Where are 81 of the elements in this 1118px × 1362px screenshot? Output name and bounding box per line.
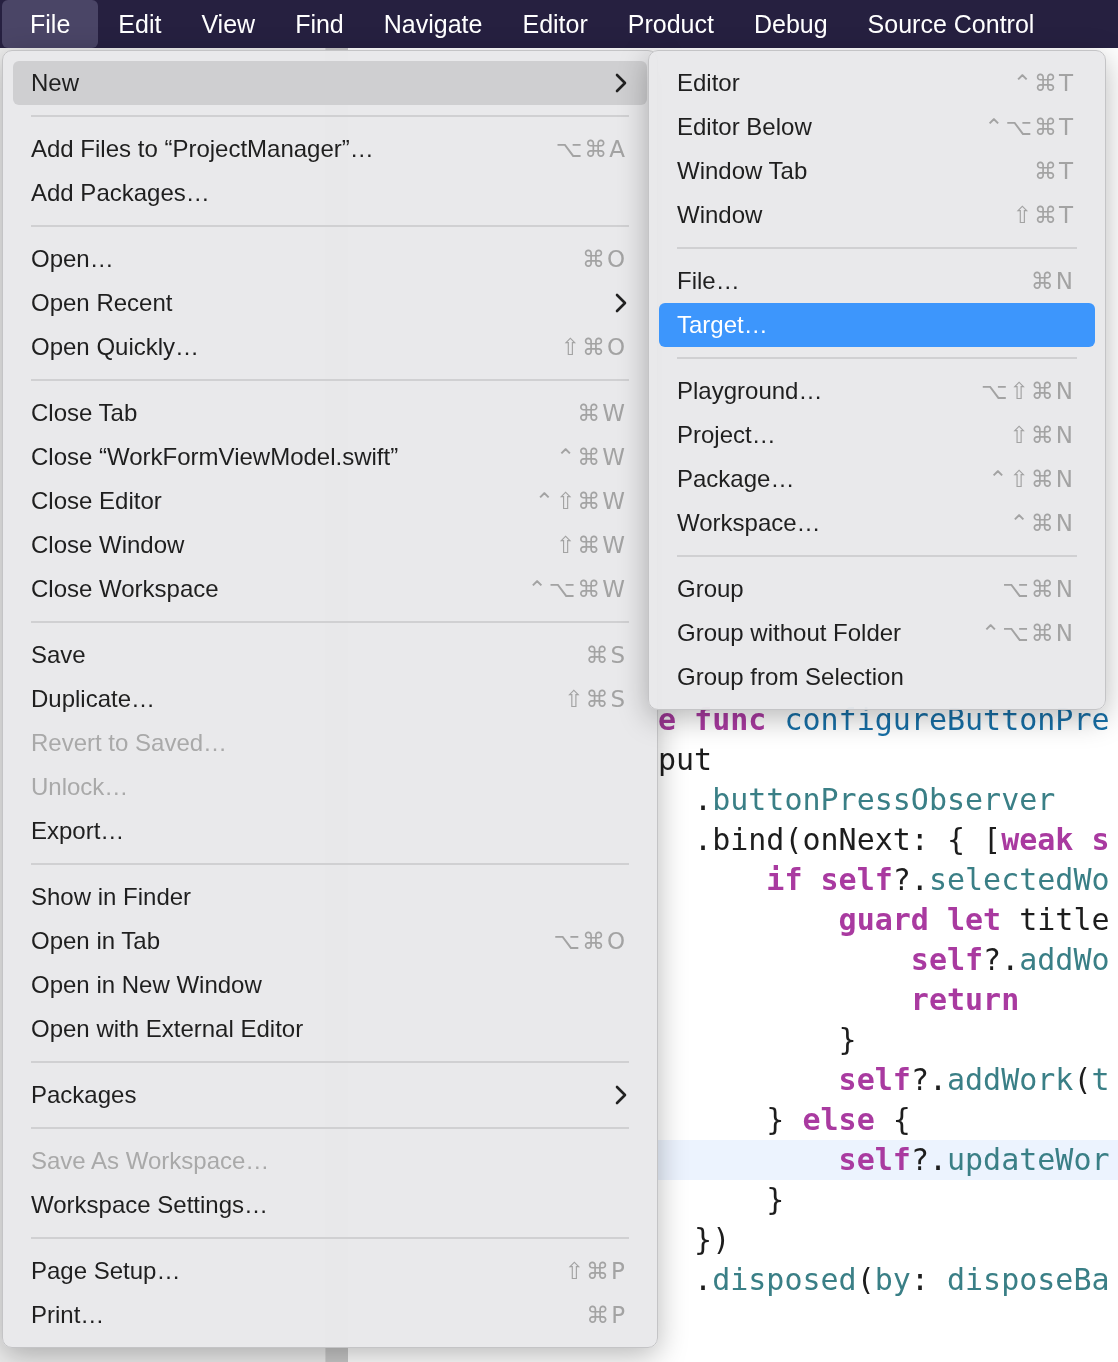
keyboard-shortcut: ⌘P <box>586 1302 627 1328</box>
code-line: self?.addWo <box>909 941 1111 979</box>
keyboard-shortcut: ⌘S <box>585 642 627 668</box>
menu-item[interactable]: Save ⌘S <box>13 633 647 677</box>
menu-item[interactable]: Add Packages… <box>13 171 647 215</box>
menu-bar-item[interactable]: File <box>2 0 99 48</box>
menu-item[interactable]: Window Tab ⌘T <box>659 149 1095 193</box>
keyboard-shortcut: ⌥⌘N <box>1002 576 1075 602</box>
menu-item[interactable]: Window ⇧⌘T <box>659 193 1095 237</box>
keyboard-shortcut: ⌥⌘A <box>555 136 627 162</box>
menu-item[interactable]: Workspace… ⌃⌘N <box>659 501 1095 545</box>
menu-bar-item[interactable]: View <box>181 0 276 48</box>
keyboard-shortcut: ⇧⌘O <box>560 334 627 360</box>
code-line: guard let title <box>837 901 1111 939</box>
keyboard-shortcut: ⌘O <box>581 246 627 272</box>
keyboard-shortcut: ⌃⌥⌘T <box>984 114 1075 140</box>
keyboard-shortcut: ⌃⌘T <box>1012 70 1075 96</box>
menu-item[interactable]: Open Quickly… ⇧⌘O <box>13 325 647 369</box>
menu-item[interactable]: Open with External Editor <box>13 1007 647 1051</box>
keyboard-shortcut: ⌃⇧⌘W <box>534 488 627 514</box>
menu-item[interactable]: Close Workspace ⌃⌥⌘W <box>13 567 647 611</box>
menu-item[interactable]: Packages <box>13 1073 647 1117</box>
keyboard-shortcut: ⌃⌘N <box>1009 510 1075 536</box>
menu-item[interactable]: Project… ⇧⌘N <box>659 413 1095 457</box>
menu-item[interactable]: Group without Folder ⌃⌥⌘N <box>659 611 1095 655</box>
menu-item[interactable]: Show in Finder <box>13 875 647 919</box>
keyboard-shortcut: ⌥⇧⌘N <box>981 378 1075 404</box>
menu-item[interactable]: Close Window ⇧⌘W <box>13 523 647 567</box>
keyboard-shortcut: ⌃⇧⌘N <box>988 466 1075 492</box>
menu-bar-item[interactable]: Debug <box>733 0 848 48</box>
menu-bar-item[interactable]: Editor <box>502 0 608 48</box>
keyboard-shortcut: ⌥⌘O <box>553 928 627 954</box>
menu-item[interactable]: Duplicate… ⇧⌘S <box>13 677 647 721</box>
menu-item[interactable]: Editor ⌃⌘T <box>659 61 1095 105</box>
menu-item[interactable]: Open in Tab ⌥⌘O <box>13 919 647 963</box>
menu-bar-item[interactable]: Find <box>275 0 364 48</box>
menu-bar-item[interactable]: Navigate <box>363 0 503 48</box>
menu-item[interactable]: File… ⌘N <box>659 259 1095 303</box>
code-line: .bind(onNext: { [weak s <box>693 821 1111 859</box>
code-line: } else { <box>765 1101 912 1139</box>
menu-item[interactable]: Close “WorkFormViewModel.swift” ⌃⌘W <box>13 435 647 479</box>
menu-bar-item[interactable]: Edit <box>98 0 182 48</box>
code-line: .disposed(by: disposeBa <box>693 1261 1111 1299</box>
menu-item[interactable]: Editor Below ⌃⌥⌘T <box>659 105 1095 149</box>
keyboard-shortcut: ⌃⌥⌘N <box>981 620 1075 646</box>
keyboard-shortcut: ⇧⌘S <box>564 686 627 712</box>
menu-item[interactable]: Close Editor ⌃⇧⌘W <box>13 479 647 523</box>
menu-item[interactable]: Workspace Settings… <box>13 1183 647 1227</box>
menu-item[interactable]: Group ⌥⌘N <box>659 567 1095 611</box>
menu-bar-item[interactable]: Product <box>607 0 734 48</box>
menu-item[interactable]: Open Recent <box>13 281 647 325</box>
menu-item[interactable]: Package… ⌃⇧⌘N <box>659 457 1095 501</box>
menu-item[interactable]: Add Files to “ProjectManager”… ⌥⌘A <box>13 127 647 171</box>
keyboard-shortcut: ⇧⌘P <box>564 1258 627 1284</box>
code-line: put <box>658 741 714 779</box>
menu-item[interactable]: Print… ⌘P <box>13 1293 647 1337</box>
menu-item[interactable]: Group from Selection <box>659 655 1095 699</box>
code-line: return <box>909 981 1021 1019</box>
code-line: } <box>765 1181 786 1219</box>
code-line: .buttonPressObserver <box>693 781 1057 819</box>
menu-item[interactable]: Open in New Window <box>13 963 647 1007</box>
keyboard-shortcut: ⇧⌘N <box>1009 422 1075 448</box>
keyboard-shortcut: ⌃⌥⌘W <box>527 576 627 602</box>
code-line: self?.addWork(t <box>837 1061 1111 1099</box>
menu-item[interactable]: New <box>13 61 647 105</box>
keyboard-shortcut: ⇧⌘W <box>556 532 627 558</box>
code-line: e func configureButtonPre <box>658 701 1111 739</box>
menu-item[interactable]: Playground… ⌥⇧⌘N <box>659 369 1095 413</box>
keyboard-shortcut: ⌘N <box>1030 268 1075 294</box>
keyboard-shortcut: ⇧⌘T <box>1012 202 1075 228</box>
code-line: if self?.selectedWo <box>765 861 1111 899</box>
keyboard-shortcut: ⌃⌘W <box>556 444 627 470</box>
menu-item[interactable]: Open… ⌘O <box>13 237 647 281</box>
menu-item[interactable]: Page Setup… ⇧⌘P <box>13 1249 647 1293</box>
keyboard-shortcut: ⌘W <box>577 400 627 426</box>
menu-item[interactable]: Export… <box>13 809 647 853</box>
code-line: }) <box>693 1221 732 1259</box>
code-line: } <box>837 1021 858 1059</box>
menu-item[interactable]: Close Tab ⌘W <box>13 391 647 435</box>
keyboard-shortcut: ⌘T <box>1033 158 1075 184</box>
menu-bar-item[interactable]: Source Control <box>847 0 1055 48</box>
